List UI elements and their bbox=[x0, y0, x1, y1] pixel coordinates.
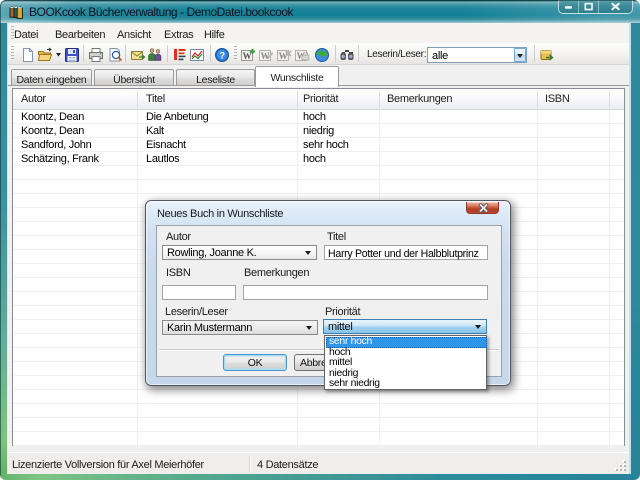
svg-text:?: ? bbox=[219, 51, 225, 62]
svg-text:W: W bbox=[243, 51, 252, 61]
svg-text:W: W bbox=[261, 51, 270, 61]
